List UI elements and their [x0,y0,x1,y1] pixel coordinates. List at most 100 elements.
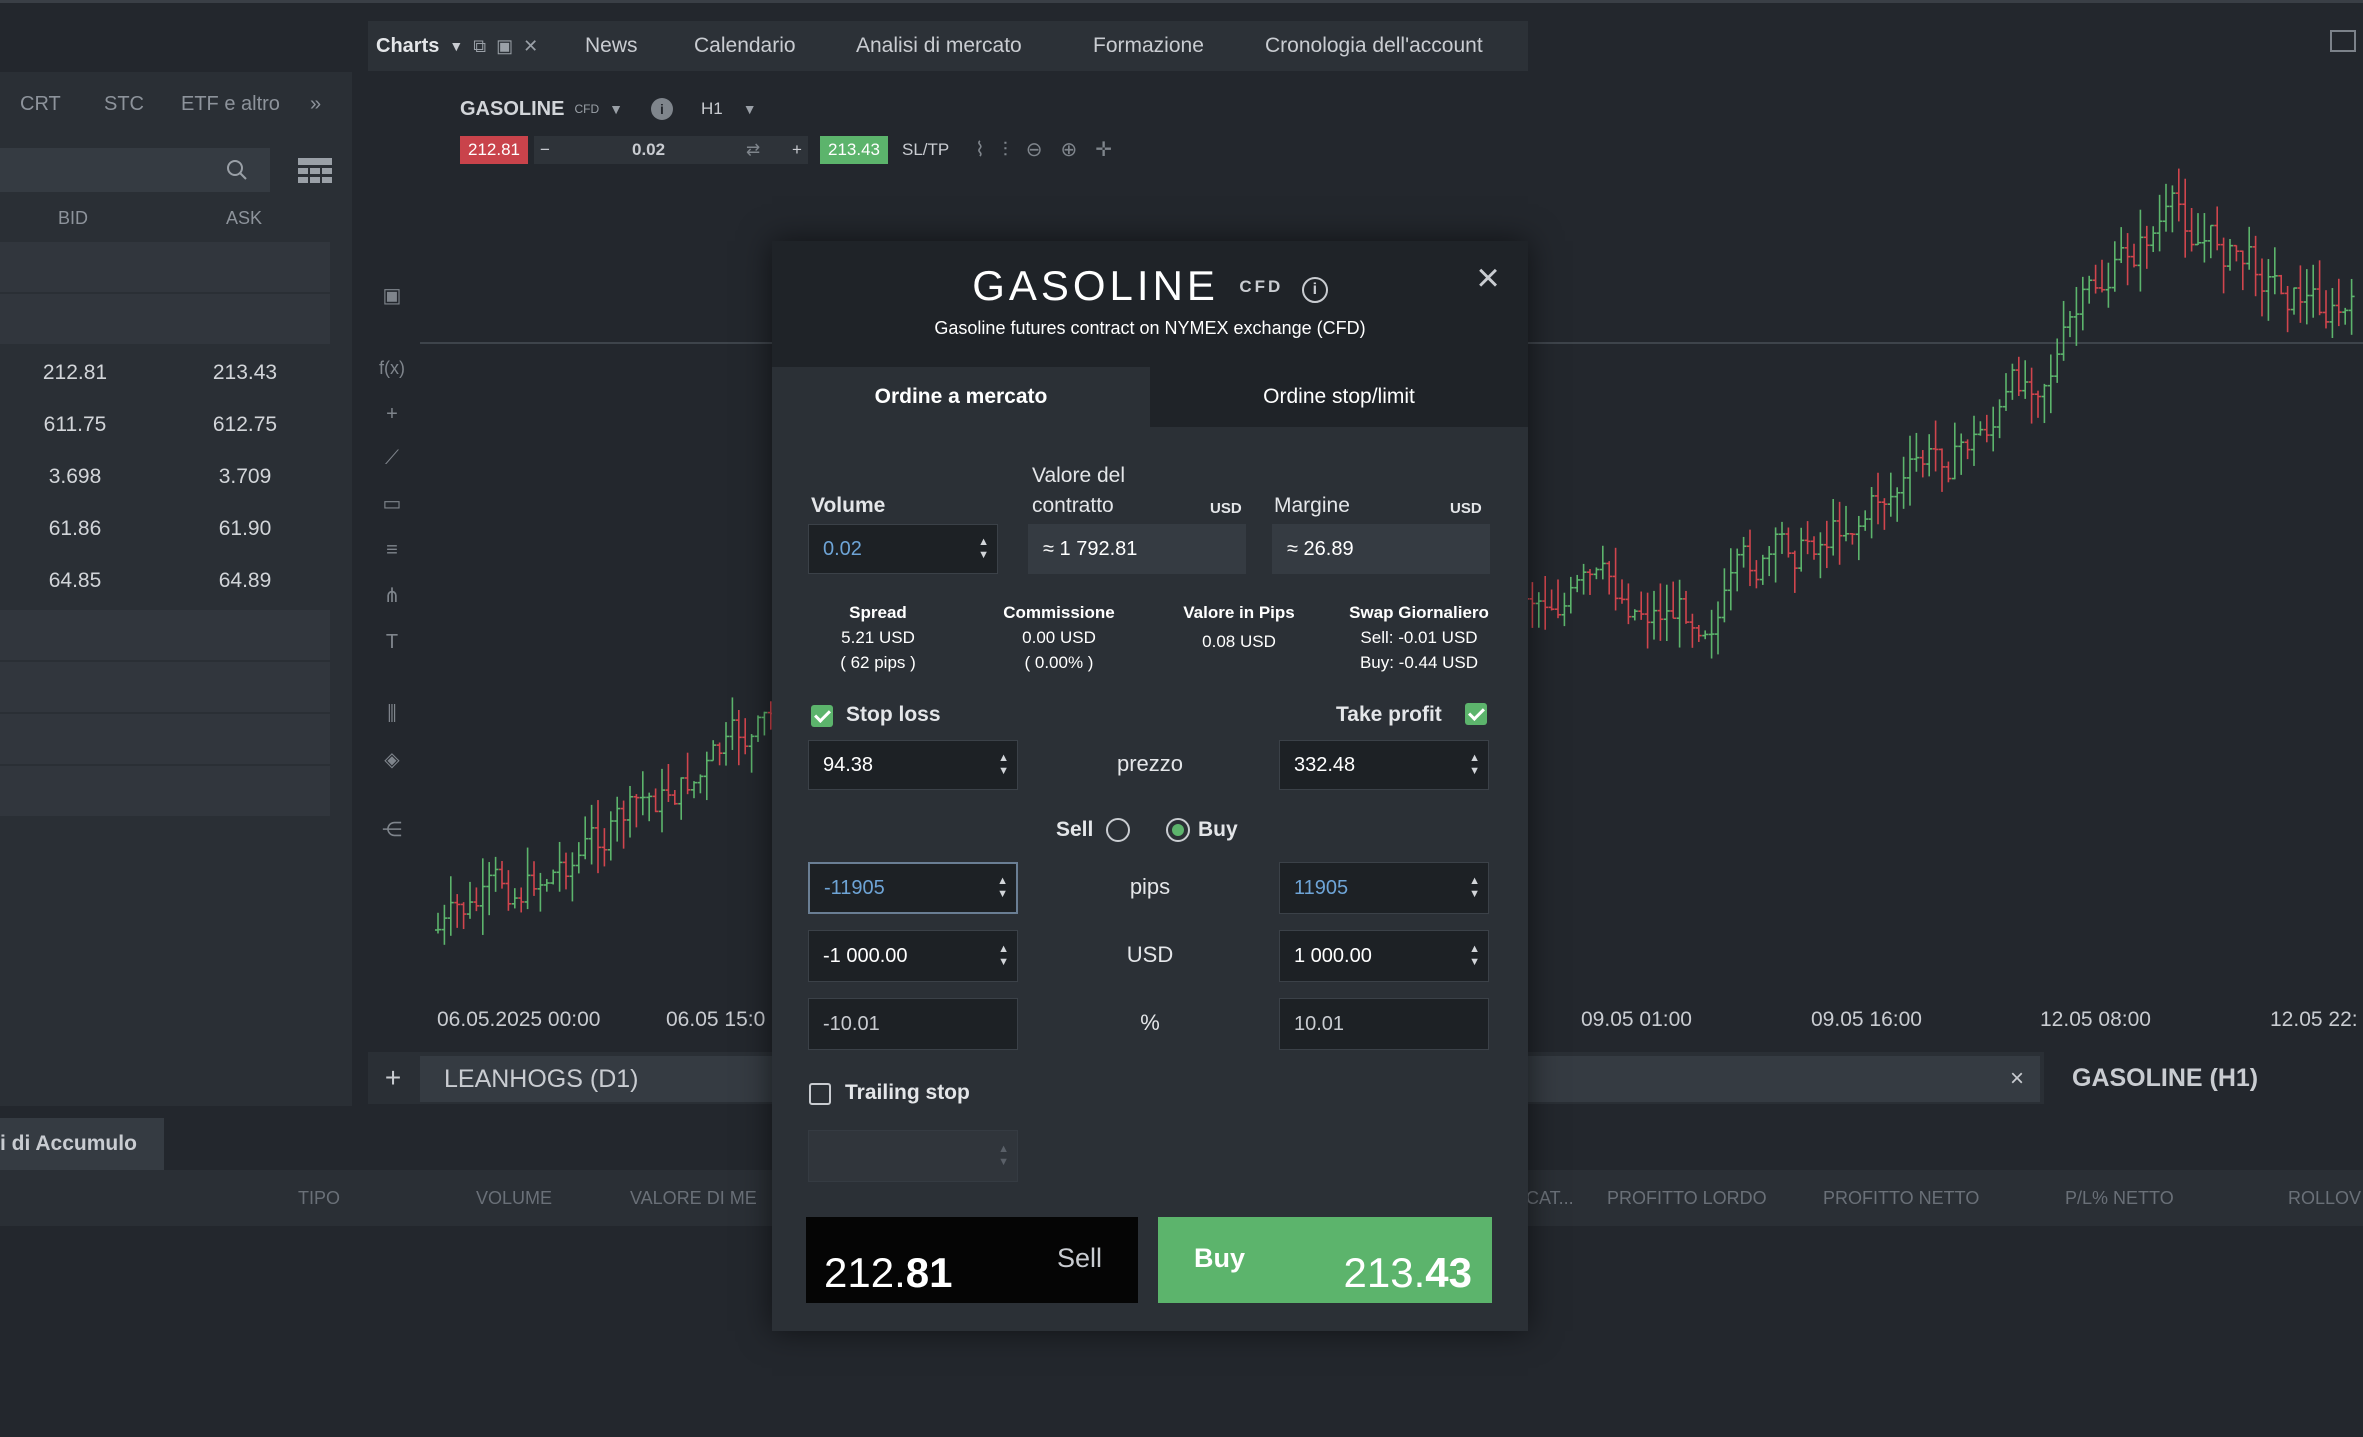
ohlc-bar [2047,354,2054,414]
ohlc-bar [1657,583,1664,641]
list-item[interactable]: 3.698 3.709 [0,452,330,502]
trailing-stop-checkbox[interactable] [809,1083,831,1105]
ohlc-bar [556,841,563,892]
col-valore[interactable]: VALORE DI ME [630,1188,757,1209]
info-icon[interactable]: i [1301,277,1328,303]
list-item[interactable] [0,610,330,660]
col-profitto-lordo[interactable]: PROFITTO LORDO [1607,1188,1767,1209]
col-profitto-netto[interactable]: PROFITTO NETTO [1823,1188,1979,1209]
pitchfork-icon[interactable]: ⋔ [378,582,406,610]
double-chevron-right-icon[interactable]: » [310,93,321,116]
sl-price-stepper[interactable]: ▲ ▼ [998,752,1009,778]
trailing-stop-input[interactable]: ▲ ▼ [808,1130,1018,1182]
take-profit-checkbox[interactable] [1465,703,1487,725]
sl-usd-input[interactable]: -1 000.00 ▲ ▼ [808,930,1018,982]
tab-gasoline-chart[interactable]: GASOLINE (H1) [2044,1052,2363,1104]
ohlc-bar [2214,206,2221,251]
ohlc-bar [748,734,755,773]
ohlc-bar [1561,592,1568,627]
rectangle-icon[interactable]: ▭ [378,490,406,518]
tab-market-order[interactable]: Ordine a mercato [772,367,1150,427]
crosshair-icon[interactable]: + [378,400,406,428]
top-divider [0,0,2363,3]
ohlc-bar [1772,527,1779,583]
tab-analisi[interactable]: Analisi di mercato [856,21,1022,71]
list-item[interactable] [0,242,330,292]
tab-accumulo[interactable]: i di Accumulo [0,1118,164,1170]
grid-view-icon[interactable] [298,158,332,184]
tab-cronologia[interactable]: Cronologia dell'account [1265,21,1483,71]
ohlc-bar [1721,568,1728,623]
tp-price-stepper[interactable]: ▲ ▼ [1469,752,1480,778]
sell-radio[interactable] [1106,818,1130,842]
col-volume[interactable]: VOLUME [476,1188,552,1209]
volume-input[interactable]: 0.02 ▲ ▼ [808,524,998,574]
col-cat[interactable]: CAT... [1526,1188,1574,1209]
volume-stepper[interactable]: ▲ ▼ [978,536,989,562]
ohlc-bar [569,852,576,902]
col-tipo[interactable]: TIPO [298,1188,340,1209]
sell-button[interactable]: 212.81 Sell [806,1217,1138,1303]
add-chart-button[interactable]: + [368,1052,418,1104]
sl-pips-stepper[interactable]: ▲ ▼ [997,875,1008,901]
fibonacci-icon[interactable]: ≡ [378,536,406,564]
list-item[interactable] [0,714,330,764]
col-pl-netto[interactable]: P/L% NETTO [2065,1188,2174,1209]
share-icon[interactable]: ⋲ [378,816,406,844]
tp-price-input[interactable]: 332.48 ▲ ▼ [1279,740,1489,790]
sl-percent-input[interactable]: -10.01 [808,998,1018,1050]
ohlc-bar [1913,432,1920,472]
ohlc-bar [1823,520,1830,569]
text-tool-icon[interactable]: T [378,628,406,656]
layout-icon[interactable] [2330,30,2356,52]
list-item[interactable] [0,294,330,344]
ohlc-bar [710,740,717,762]
list-item[interactable] [0,662,330,712]
sl-pips-input[interactable]: -11905 ▲ ▼ [808,862,1018,914]
maximize-icon[interactable]: ▣ [496,36,513,57]
ohlc-bar [703,751,710,801]
charts-menu-tab[interactable]: Charts ▼ ⧉ ▣ ✕ [368,21,554,71]
tp-pips-stepper[interactable]: ▲ ▼ [1469,875,1480,901]
tp-percent-input[interactable]: 10.01 [1279,998,1489,1050]
list-item[interactable]: 611.75 612.75 [0,400,330,450]
function-icon[interactable]: f(x) [378,354,406,382]
candles-icon[interactable]: ⫼ [378,700,406,728]
ohlc-bar [2265,259,2272,321]
tp-pips-input[interactable]: 11905 ▲ ▼ [1279,862,1489,914]
list-item[interactable]: 64.85 64.89 [0,556,330,606]
tab-news[interactable]: News [585,21,638,71]
trailing-stop-stepper[interactable]: ▲ ▼ [998,1143,1009,1169]
bid-column-header: BID [58,208,89,228]
popout-icon[interactable]: ⧉ [473,36,486,57]
buy-button[interactable]: Buy 213.43 [1158,1217,1492,1303]
col-rollover[interactable]: ROLLOV [2288,1188,2361,1209]
ohlc-bar [1996,399,2003,439]
ohlc-bar [1683,590,1689,624]
list-item[interactable]: 61.86 61.90 [0,504,330,554]
buy-radio[interactable] [1166,818,1190,842]
close-icon[interactable]: × [2010,1056,2024,1102]
list-item[interactable]: 212.81 213.43 [0,348,330,398]
list-item[interactable] [0,766,330,816]
indicator-panel-icon[interactable]: ▣ [378,282,406,310]
tp-usd-stepper[interactable]: ▲ ▼ [1469,943,1480,969]
tp-usd-input[interactable]: 1 000.00 ▲ ▼ [1279,930,1489,982]
tab-etf[interactable]: ETF e altro [181,93,280,116]
sl-price-input[interactable]: 94.38 ▲ ▼ [808,740,1018,790]
sl-usd-stepper[interactable]: ▲ ▼ [998,943,1009,969]
search-icon[interactable] [225,158,249,182]
charts-tab-label: Charts [376,34,440,57]
ohlc-bar [1919,450,1926,478]
tab-stop-limit-order[interactable]: Ordine stop/limit [1150,367,1528,427]
layers-icon[interactable]: ◈ [378,746,406,774]
ohlc-bar [2342,307,2349,325]
stop-loss-checkbox[interactable] [811,705,833,727]
tab-formazione[interactable]: Formazione [1093,21,1204,71]
close-icon[interactable]: ✕ [523,36,538,57]
tab-calendario[interactable]: Calendario [694,21,796,71]
close-icon[interactable]: × [1470,258,1506,298]
trendline-icon[interactable]: ⟋ [378,444,406,472]
tab-stc[interactable]: STC [104,93,144,116]
tab-crt[interactable]: CRT [20,93,61,116]
